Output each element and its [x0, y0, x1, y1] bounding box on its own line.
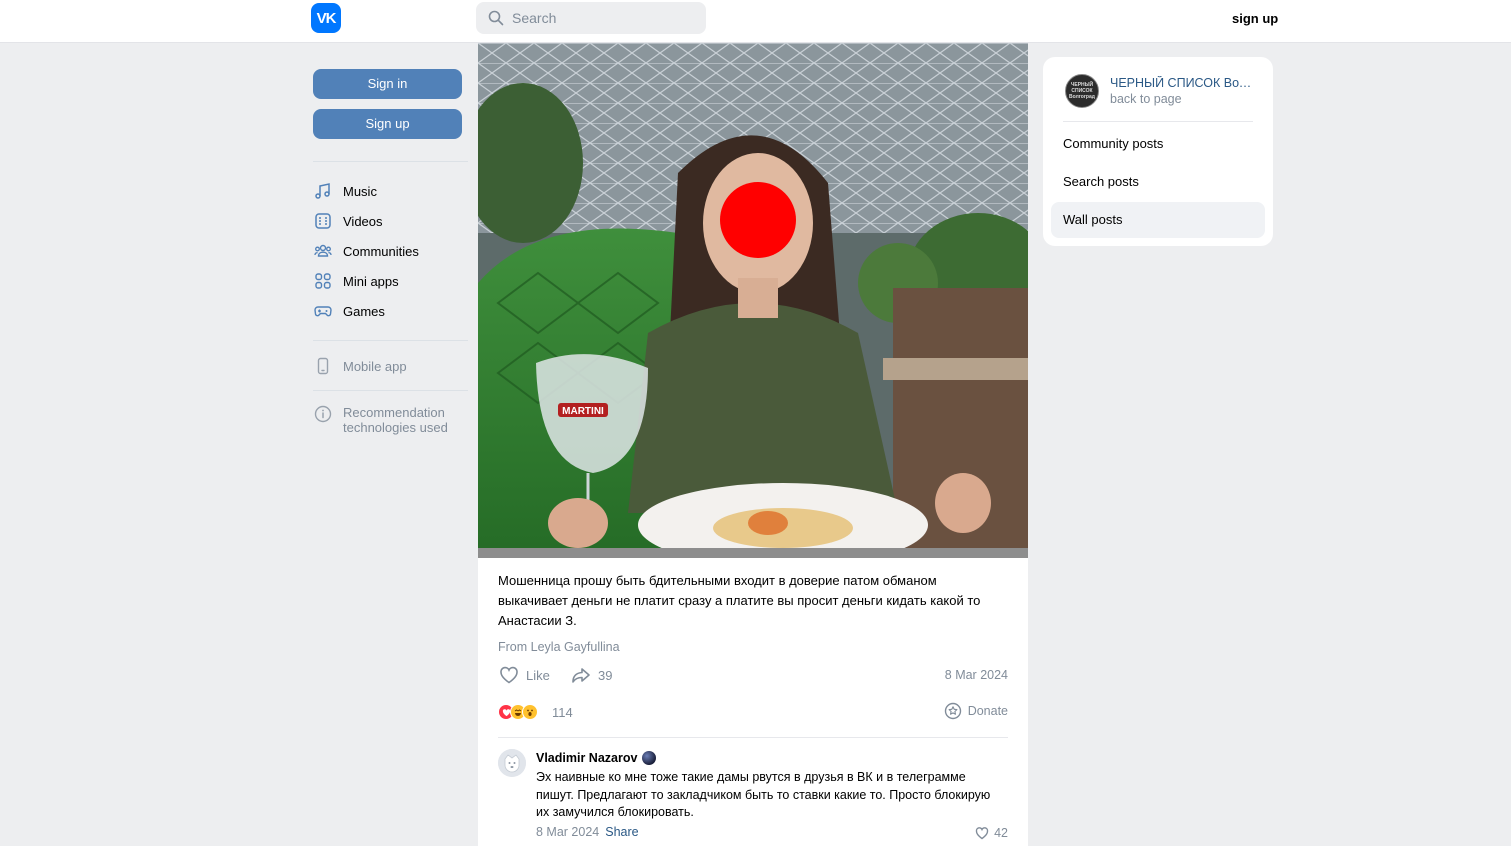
heart-icon — [500, 666, 518, 684]
nav-item-label: Videos — [343, 213, 383, 229]
like-button[interactable]: Like — [498, 664, 550, 686]
comment-like-count: 42 — [994, 826, 1008, 840]
videos-icon — [315, 213, 331, 229]
nav-divider — [313, 340, 468, 341]
heart-icon — [975, 827, 989, 840]
mobile-phone-icon — [317, 357, 329, 375]
nav-item-mini-apps[interactable]: Mini apps — [313, 266, 468, 296]
nav-item-label: Games — [343, 303, 385, 319]
post-author-source[interactable]: From Leyla Gayfullina — [498, 640, 620, 654]
nav-item-music[interactable]: Music — [313, 176, 468, 206]
like-label: Like — [526, 667, 550, 683]
sign-up-button[interactable]: Sign up — [313, 109, 462, 139]
communities-icon — [314, 244, 332, 257]
donate-label: Donate — [967, 704, 1008, 718]
sign-in-button[interactable]: Sign in — [313, 69, 462, 99]
nav-item-games[interactable]: Games — [313, 296, 468, 326]
vk-logo[interactable]: VK — [311, 3, 341, 33]
share-icon — [572, 668, 590, 683]
post-photo[interactable]: MARTINI — [478, 43, 1028, 558]
avatar[interactable] — [498, 749, 526, 777]
left-nav: Sign in Sign up Music Videos Communities… — [313, 69, 468, 435]
comment-author[interactable]: Vladimir Nazarov — [536, 751, 657, 765]
nav-item-communities[interactable]: Communities — [313, 236, 468, 266]
community-link[interactable]: ЧЕРНЫЙ СПИСОК Волгоград ЧЕРНЫЙ СПИСОК Во… — [1065, 74, 1255, 122]
community-title: ЧЕРНЫЙ СПИСОК Волгоград — [1110, 76, 1255, 90]
community-avatar: ЧЕРНЫЙ СПИСОК Волгоград — [1065, 74, 1099, 108]
recommendation-info-link[interactable]: Recommendation technologies used — [313, 405, 468, 435]
signup-link[interactable]: sign up — [1232, 11, 1278, 26]
comment-like-button[interactable]: 42 — [974, 825, 1008, 841]
menu-item-search-posts[interactable]: Search posts — [1051, 164, 1265, 200]
search-input[interactable]: Search — [476, 2, 706, 34]
comments-divider — [498, 737, 1008, 738]
post-date[interactable]: 8 Mar 2024 — [945, 668, 1008, 682]
nav-item-label: Music — [343, 183, 377, 199]
reactions-bar: 114 Donate — [498, 702, 1008, 722]
donate-star-icon — [944, 702, 961, 720]
comment-date[interactable]: 8 Mar 2024 — [536, 825, 599, 839]
nav-item-label: Communities — [343, 243, 419, 259]
post-context-menu: ЧЕРНЫЙ СПИСОК Волгоград ЧЕРНЫЙ СПИСОК Во… — [1043, 57, 1273, 246]
search-icon — [488, 10, 504, 26]
post-text: Мошенница прошу быть бдительными входит … — [498, 573, 981, 628]
svg-text:MARTINI: MARTINI — [562, 406, 604, 417]
wall-post: MARTINI Мошенница прошу быть бдительными… — [478, 43, 1028, 846]
menu-divider — [1063, 121, 1253, 122]
mini-apps-icon — [315, 273, 331, 289]
nav-item-label: Mini apps — [343, 273, 399, 289]
menu-item-community-posts[interactable]: Community posts — [1051, 126, 1265, 162]
nav-item-label: Mobile app — [343, 358, 407, 374]
music-icon — [315, 183, 330, 199]
nav-divider — [313, 161, 468, 162]
info-icon — [314, 405, 332, 423]
nav-divider — [313, 390, 468, 391]
back-to-page-label: back to page — [1110, 92, 1182, 106]
restaurant-photo: MARTINI — [478, 43, 1028, 558]
reactions-count[interactable]: 114 — [552, 705, 573, 720]
share-count: 39 — [598, 667, 613, 683]
search-placeholder: Search — [512, 10, 557, 26]
community-info: ЧЕРНЫЙ СПИСОК Волгоград back to page — [1110, 74, 1255, 122]
games-icon — [314, 306, 332, 317]
top-header: VK Search sign up — [0, 0, 1511, 43]
donate-button[interactable]: Donate — [944, 702, 1008, 720]
reaction-icons[interactable] — [498, 704, 538, 720]
wow-reaction-icon — [522, 704, 538, 720]
recommendation-label: Recommendation technologies used — [343, 405, 448, 435]
menu-item-wall-posts[interactable]: Wall posts — [1051, 202, 1265, 238]
share-button[interactable]: 39 — [570, 664, 612, 686]
verified-badge-icon — [642, 751, 657, 765]
post-actions: Like 39 8 Mar 2024 — [498, 664, 1008, 686]
comment-text: Эх наивные ко мне тоже такие дамы рвутся… — [536, 770, 991, 819]
nav-item-mobile-app[interactable]: Mobile app — [313, 351, 468, 381]
comment-meta: 8 Mar 2024 Share — [536, 825, 639, 839]
comment-share-link[interactable]: Share — [605, 825, 638, 839]
comment-author-name: Vladimir Nazarov — [536, 751, 638, 765]
default-avatar-icon — [498, 749, 526, 777]
nav-item-videos[interactable]: Videos — [313, 206, 468, 236]
